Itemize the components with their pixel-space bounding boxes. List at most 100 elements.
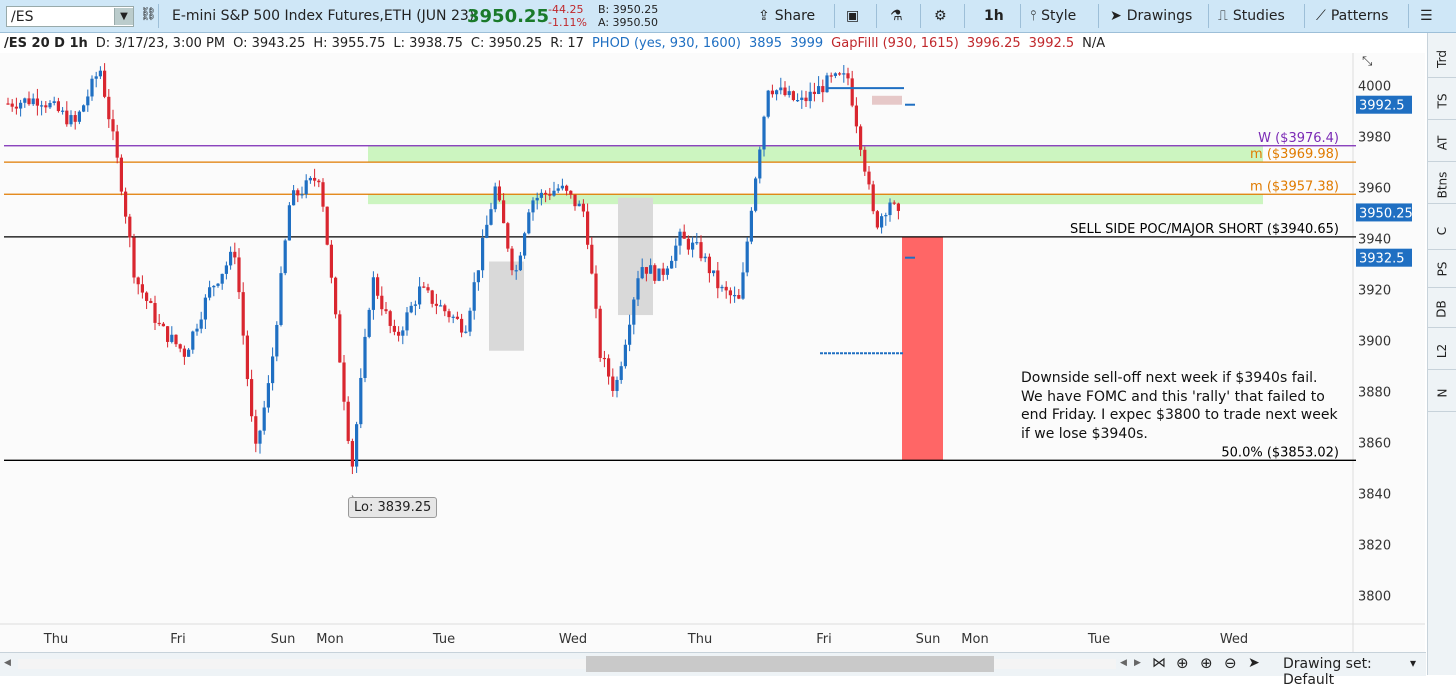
candle-body	[94, 76, 98, 79]
camera-icon: ▣	[846, 8, 860, 24]
expand-icon[interactable]: ⋈	[1152, 655, 1166, 671]
candle-body	[833, 73, 837, 76]
separator	[1408, 4, 1409, 28]
candle-body	[649, 265, 653, 274]
candle-body	[476, 270, 480, 283]
drawings-button[interactable]: ➤ Drawings	[1110, 5, 1192, 27]
separator	[964, 4, 965, 28]
candle-body	[880, 216, 884, 228]
candle-body	[229, 251, 233, 266]
candle-body	[61, 110, 65, 112]
candle-body	[716, 270, 720, 289]
candle-body	[19, 102, 23, 109]
zoom-in-icon[interactable]: ⊕	[1200, 654, 1213, 672]
y-tick-label: 3880	[1358, 386, 1391, 401]
studies-button[interactable]: ⎍ Studies	[1218, 5, 1285, 27]
candle-body	[846, 73, 850, 79]
settings-button[interactable]: ⚙	[934, 5, 947, 27]
candle-body	[241, 292, 245, 336]
candle-body	[472, 282, 476, 311]
highlight-zone	[368, 145, 1263, 163]
x-tick-label: Mon	[316, 632, 343, 647]
style-button[interactable]: ⫯ Style	[1030, 5, 1076, 27]
patterns-button[interactable]: ⟋ Patterns	[1316, 5, 1388, 27]
flask-button[interactable]: ⚗	[890, 5, 903, 27]
scrollbar-track[interactable]	[18, 656, 1116, 672]
menu-button[interactable]: ☰	[1420, 5, 1433, 27]
annotation-note[interactable]: Downside sell-off next week if $3940s fa…	[1021, 369, 1351, 443]
x-tick-label: Wed	[1220, 632, 1248, 647]
right-tab-ts[interactable]: TS	[1428, 83, 1456, 120]
price-chart[interactable]: W ($3976.4) m ($3969.98) m ($3957.38) SELL …	[0, 53, 1425, 653]
y-tick-label: 3900	[1358, 335, 1391, 350]
gapfill-value-1: 3996.25	[966, 35, 1021, 51]
candle-body	[388, 311, 392, 326]
right-tab-ps[interactable]: PS	[1428, 251, 1456, 288]
candle-body	[577, 203, 581, 207]
last-price: 3950.25	[467, 6, 549, 27]
phod-study[interactable]: PHOD (yes, 930, 1600)	[592, 36, 741, 51]
right-tab-at[interactable]: AT	[1428, 125, 1456, 162]
candle-body	[762, 116, 766, 150]
candle-body	[615, 379, 619, 391]
symbol-selector[interactable]: /ES ▼	[6, 6, 134, 27]
right-tab-label: PS	[1434, 261, 1449, 277]
candle-body	[220, 273, 224, 284]
chevron-down-icon[interactable]: ▼	[114, 8, 133, 25]
candle-body	[157, 322, 161, 325]
link-icon[interactable]: ⛓	[140, 7, 157, 22]
crosshair-icon[interactable]: ⊕	[1176, 654, 1189, 672]
y-tick-label: 3840	[1358, 488, 1391, 503]
candle-body	[514, 270, 518, 272]
candle-body	[296, 190, 300, 196]
candle-body	[363, 336, 367, 378]
patterns-label: Patterns	[1330, 8, 1389, 24]
candle-body	[720, 286, 724, 289]
candle-body	[481, 237, 485, 271]
candle-body	[724, 286, 728, 291]
pointer-icon[interactable]: ➤	[1248, 655, 1260, 671]
scroll-left-step-icon[interactable]: ◀	[1120, 658, 1127, 668]
scroll-left-icon[interactable]: ◀	[4, 658, 11, 668]
right-tab-label: C	[1434, 226, 1449, 236]
snapshot-button[interactable]: ▣	[846, 5, 859, 27]
note-line-3: end Friday. I expec $3800 to trade next …	[1021, 407, 1338, 423]
candle-body	[187, 349, 191, 357]
candle-body	[107, 96, 111, 120]
candle-body	[821, 86, 825, 93]
candle-body	[77, 111, 81, 122]
scrollbar-thumb[interactable]	[586, 656, 994, 672]
candle-body	[338, 314, 342, 363]
scroll-right-step-icon[interactable]: ▶	[1134, 658, 1141, 668]
y-tick-label: 3960	[1358, 182, 1391, 197]
candle-body	[661, 268, 665, 275]
right-tab-db[interactable]: DB	[1428, 291, 1456, 328]
x-tick-label: Tue	[432, 632, 455, 647]
zoom-out-icon[interactable]: ⊖	[1224, 654, 1237, 672]
candle-body	[10, 103, 14, 107]
candle-body	[35, 98, 39, 106]
right-tab-trd[interactable]: Trd	[1428, 41, 1456, 78]
chevron-down-icon[interactable]: ▾	[1410, 656, 1416, 670]
candle-body	[712, 270, 716, 274]
candle-body	[506, 223, 510, 249]
timeframe-button[interactable]: 1h	[984, 5, 1004, 27]
right-tab-n[interactable]: N	[1428, 375, 1456, 412]
right-tab-l2[interactable]: L2	[1428, 333, 1456, 370]
candle-body	[632, 299, 636, 325]
separator	[1098, 4, 1099, 28]
drawing-set-selector[interactable]: Drawing set: Default	[1283, 656, 1426, 688]
drawings-label: Drawings	[1126, 8, 1193, 24]
right-tab-c[interactable]: C	[1428, 213, 1456, 250]
candle-body	[359, 377, 363, 425]
candle-body	[892, 202, 896, 204]
right-tab-label: TS	[1434, 93, 1449, 109]
chart-canvas[interactable]: W ($3976.4)m ($3969.98) m ($3957.38) SELL …	[0, 53, 1425, 653]
candle-body	[195, 328, 199, 332]
gapfill-study[interactable]: GapFilll (930, 1615)	[831, 36, 959, 51]
candle-body	[128, 216, 132, 238]
separator	[920, 4, 921, 28]
y-tick-label: 3820	[1358, 539, 1391, 554]
right-tab-btns[interactable]: Btns	[1428, 167, 1456, 204]
share-button[interactable]: ⇪ Share	[758, 5, 815, 27]
